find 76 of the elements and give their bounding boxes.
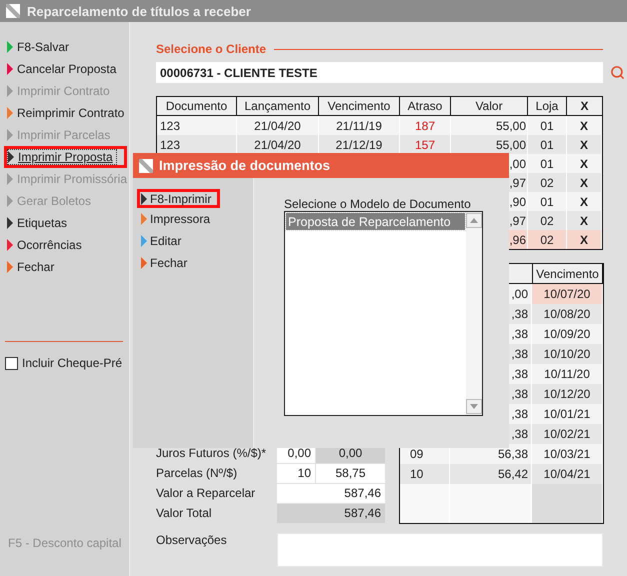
sidebar-item[interactable]: Imprimir Proposta (4, 146, 127, 168)
logo-icon (6, 4, 20, 18)
value-field[interactable]: 587,46 (277, 504, 385, 522)
date-cell: 10/02/21 (532, 424, 603, 444)
field-label: Valor a Reparcelar (156, 486, 256, 500)
column-header: Valor (451, 97, 528, 116)
observations-field[interactable] (277, 533, 603, 567)
field-label: Valor Total (156, 506, 213, 520)
column-header: Loja (528, 97, 567, 116)
date-cell: 21/04/20 (237, 135, 319, 154)
date-cell: 21/12/19 (319, 135, 400, 154)
checkbox[interactable] (5, 356, 18, 370)
scrollbar[interactable] (466, 212, 482, 415)
value-field[interactable]: 58,75 (316, 464, 385, 482)
checkbox-label: Incluir Cheque-Pré (22, 356, 122, 370)
up-arrow-icon[interactable] (470, 218, 478, 223)
remove-button[interactable]: X (567, 211, 602, 230)
client-field[interactable]: 00006731 - CLIENTE TESTE (156, 62, 603, 83)
document-cell: 123 (157, 116, 237, 135)
sidebar-item[interactable]: Etiquetas (4, 212, 127, 234)
sidebar-item[interactable]: Fechar (4, 256, 127, 278)
column-header: Lançamento (237, 97, 319, 116)
search-icon[interactable] (610, 65, 625, 80)
sidebar-item[interactable]: Reimprimir Contrato (4, 102, 127, 124)
store-cell: 02 (528, 230, 567, 249)
date-cell: 10/12/20 (532, 384, 603, 404)
remove-button[interactable]: X (567, 173, 602, 192)
template-list[interactable]: Proposta de Reparcelamento (284, 211, 483, 416)
sidebar-item[interactable]: Cancelar Proposta (4, 58, 127, 80)
store-cell: 02 (528, 211, 567, 230)
date-cell: 21/11/19 (319, 116, 400, 135)
date-cell: 10/07/20 (532, 284, 603, 304)
store-cell: 02 (528, 173, 567, 192)
field-label: Parcelas (Nº/$) (156, 466, 238, 480)
menu-item[interactable]: Editar (137, 230, 188, 252)
document-cell: 123 (157, 135, 237, 154)
date-cell: 10/08/20 (532, 304, 603, 324)
delay-cell: 157 (400, 135, 451, 154)
column-header: Documento (157, 97, 237, 116)
date-cell: 10/04/21 (532, 464, 603, 484)
amount-cell: 55,00 (451, 116, 528, 135)
column-header: Atraso (400, 97, 451, 116)
number-cell: 10 (400, 464, 450, 484)
store-cell: 01 (528, 192, 567, 211)
remove-button[interactable]: X (567, 230, 602, 249)
list-item[interactable]: Proposta de Reparcelamento (286, 213, 465, 230)
value-field[interactable]: 587,46 (277, 484, 385, 502)
date-cell: 21/04/20 (237, 116, 319, 135)
column-header: Vencimento (532, 264, 603, 284)
sidebar-item[interactable]: Ocorrências (4, 234, 127, 256)
value-field[interactable]: 10 (277, 464, 315, 482)
date-cell: 10/10/20 (532, 344, 603, 364)
remove-button[interactable]: X (567, 135, 602, 154)
menu-item[interactable]: Fechar (137, 252, 194, 274)
remove-button[interactable]: X (567, 154, 602, 173)
shortcut-hint: F5 - Desconto capital (8, 536, 122, 550)
store-cell: 01 (528, 154, 567, 173)
menu-item[interactable]: Impressora (137, 208, 216, 230)
store-cell: 01 (528, 135, 567, 154)
menu-item[interactable]: F8-Imprimir (137, 189, 220, 208)
section-label: Selecione o Cliente (156, 42, 266, 56)
remove-button[interactable]: X (567, 192, 602, 211)
logo-icon (139, 158, 153, 172)
dialog-title: Impressão de documentos (159, 158, 330, 173)
field-label: Juros Futuros (%/$)* (156, 446, 268, 460)
down-arrow-icon[interactable] (470, 404, 478, 409)
store-cell: 01 (528, 116, 567, 135)
window-title: Reparcelamento de títulos a receber (27, 4, 251, 18)
column-header: Vencimento (319, 97, 400, 116)
amount-cell: 55,00 (451, 135, 528, 154)
delay-cell: 187 (400, 116, 451, 135)
field-label: Observações (156, 533, 228, 549)
remove-button[interactable]: X (567, 116, 602, 135)
sidebar-item[interactable]: F8-Salvar (4, 36, 127, 58)
column-header: X (567, 97, 602, 116)
amount-cell: 56,42 (450, 464, 532, 484)
